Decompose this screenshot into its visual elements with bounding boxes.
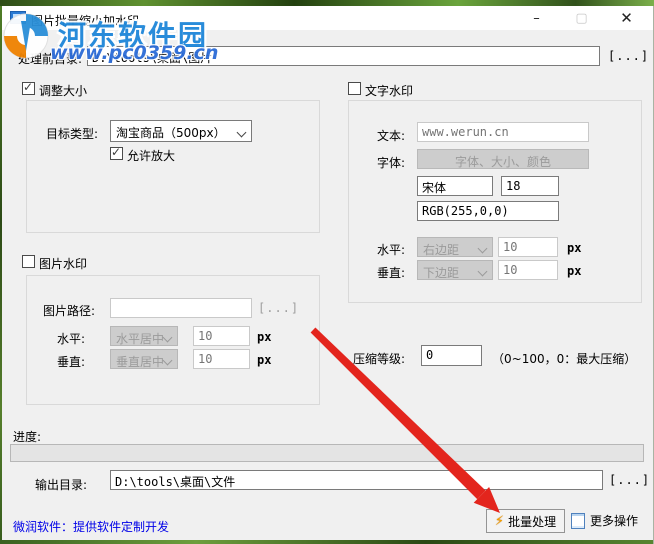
tw-vertical-px-label: px [567,264,581,278]
compression-input[interactable]: 0 [421,345,482,366]
target-type-label: 目标类型: [46,125,98,142]
tw-horizontal-value: 右边距 [423,243,459,257]
close-button[interactable]: ✕ [604,6,649,30]
output-dir-browse-button[interactable]: [...] [609,473,650,487]
iw-horizontal-value: 水平居中 [116,332,164,346]
window-title: 图片批量缩小加水印 [31,12,139,29]
desktop-background-strip-left [0,6,2,544]
iw-horizontal-label: 水平: [57,330,85,347]
font-color-input[interactable]: RGB(255,0,0) [417,201,559,221]
progress-label: 进度: [13,428,41,445]
compression-hint: （0~100，0：最大压缩） [492,350,636,367]
resize-checkbox[interactable]: ✓ [22,82,35,95]
output-dir-input[interactable]: D:\tools\桌面\文件 [110,470,603,490]
vendor-link[interactable]: 微润软件：提供软件定制开发 [13,518,169,535]
lightning-icon: ⚡ [495,514,504,529]
image-watermark-checkbox[interactable] [22,255,35,268]
iw-vertical-value: 垂直居中 [116,355,164,369]
iw-vertical-offset-input: 10 [193,349,250,369]
font-name-input[interactable]: 宋体 [417,176,493,196]
minimize-button[interactable]: – [514,6,559,30]
font-settings-button: 字体、大小、颜色 [417,149,589,169]
text-watermark-label: 文字水印 [365,82,413,99]
chevron-down-icon [237,128,247,138]
iw-horizontal-offset-input: 10 [193,326,250,346]
source-dir-label: 处理前目录: [18,50,82,67]
desktop-background-strip-bottom [0,540,654,544]
chevron-down-icon [163,356,173,366]
batch-process-label: 批量处理 [508,513,556,530]
source-dir-browse-button[interactable]: [...] [608,49,649,63]
iw-vertical-label: 垂直: [57,353,85,370]
output-dir-label: 输出目录: [35,476,87,493]
tw-horizontal-px-label: px [567,241,581,255]
iw-horizontal-dropdown: 水平居中 [110,326,178,346]
text-label: 文本: [377,127,405,144]
font-label: 字体: [377,154,405,171]
more-actions-button[interactable]: 更多操作 [571,512,638,529]
allow-enlarge-checkbox[interactable]: ✓ [110,147,123,160]
image-path-browse-button: [...] [258,301,299,315]
iw-vertical-px-label: px [257,353,271,367]
text-watermark-checkbox[interactable] [348,82,361,95]
image-path-input [110,298,252,318]
resize-label: 调整大小 [39,82,87,99]
app-icon [10,11,26,24]
tw-horizontal-dropdown: 右边距 [417,237,493,257]
iw-horizontal-px-label: px [257,330,271,344]
tw-horizontal-offset-input: 10 [498,237,558,257]
tw-vertical-dropdown: 下边距 [417,260,493,280]
chevron-down-icon [478,267,488,277]
tw-horizontal-label: 水平: [377,241,405,258]
target-type-value: 淘宝商品（500px） [116,126,226,140]
allow-enlarge-label: 允许放大 [127,147,175,164]
target-type-dropdown[interactable]: 淘宝商品（500px） [110,120,252,142]
app-window: 图片批量缩小加水印 – ▢ ✕ 处理前目录: D:\tools\桌面\图片 [.… [0,0,654,544]
more-actions-label: 更多操作 [590,512,638,529]
batch-process-button[interactable]: ⚡ 批量处理 [486,509,565,533]
chevron-down-icon [163,333,173,343]
chevron-down-icon [478,244,488,254]
tw-vertical-value: 下边距 [423,266,459,280]
maximize-button: ▢ [559,6,604,30]
image-path-label: 图片路径: [43,302,95,319]
checkmark-icon: ✓ [111,145,121,159]
text-input: www.werun.cn [417,122,589,142]
progress-bar [10,444,644,462]
tw-vertical-label: 垂直: [377,264,405,281]
compression-label: 压缩等级: [353,350,405,367]
image-watermark-label: 图片水印 [39,255,87,272]
source-dir-input[interactable]: D:\tools\桌面\图片 [87,46,600,66]
iw-vertical-dropdown: 垂直居中 [110,349,178,369]
tw-vertical-offset-input: 10 [498,260,558,280]
document-icon [571,513,585,529]
checkmark-icon: ✓ [23,80,33,94]
font-size-input[interactable]: 18 [501,176,559,196]
